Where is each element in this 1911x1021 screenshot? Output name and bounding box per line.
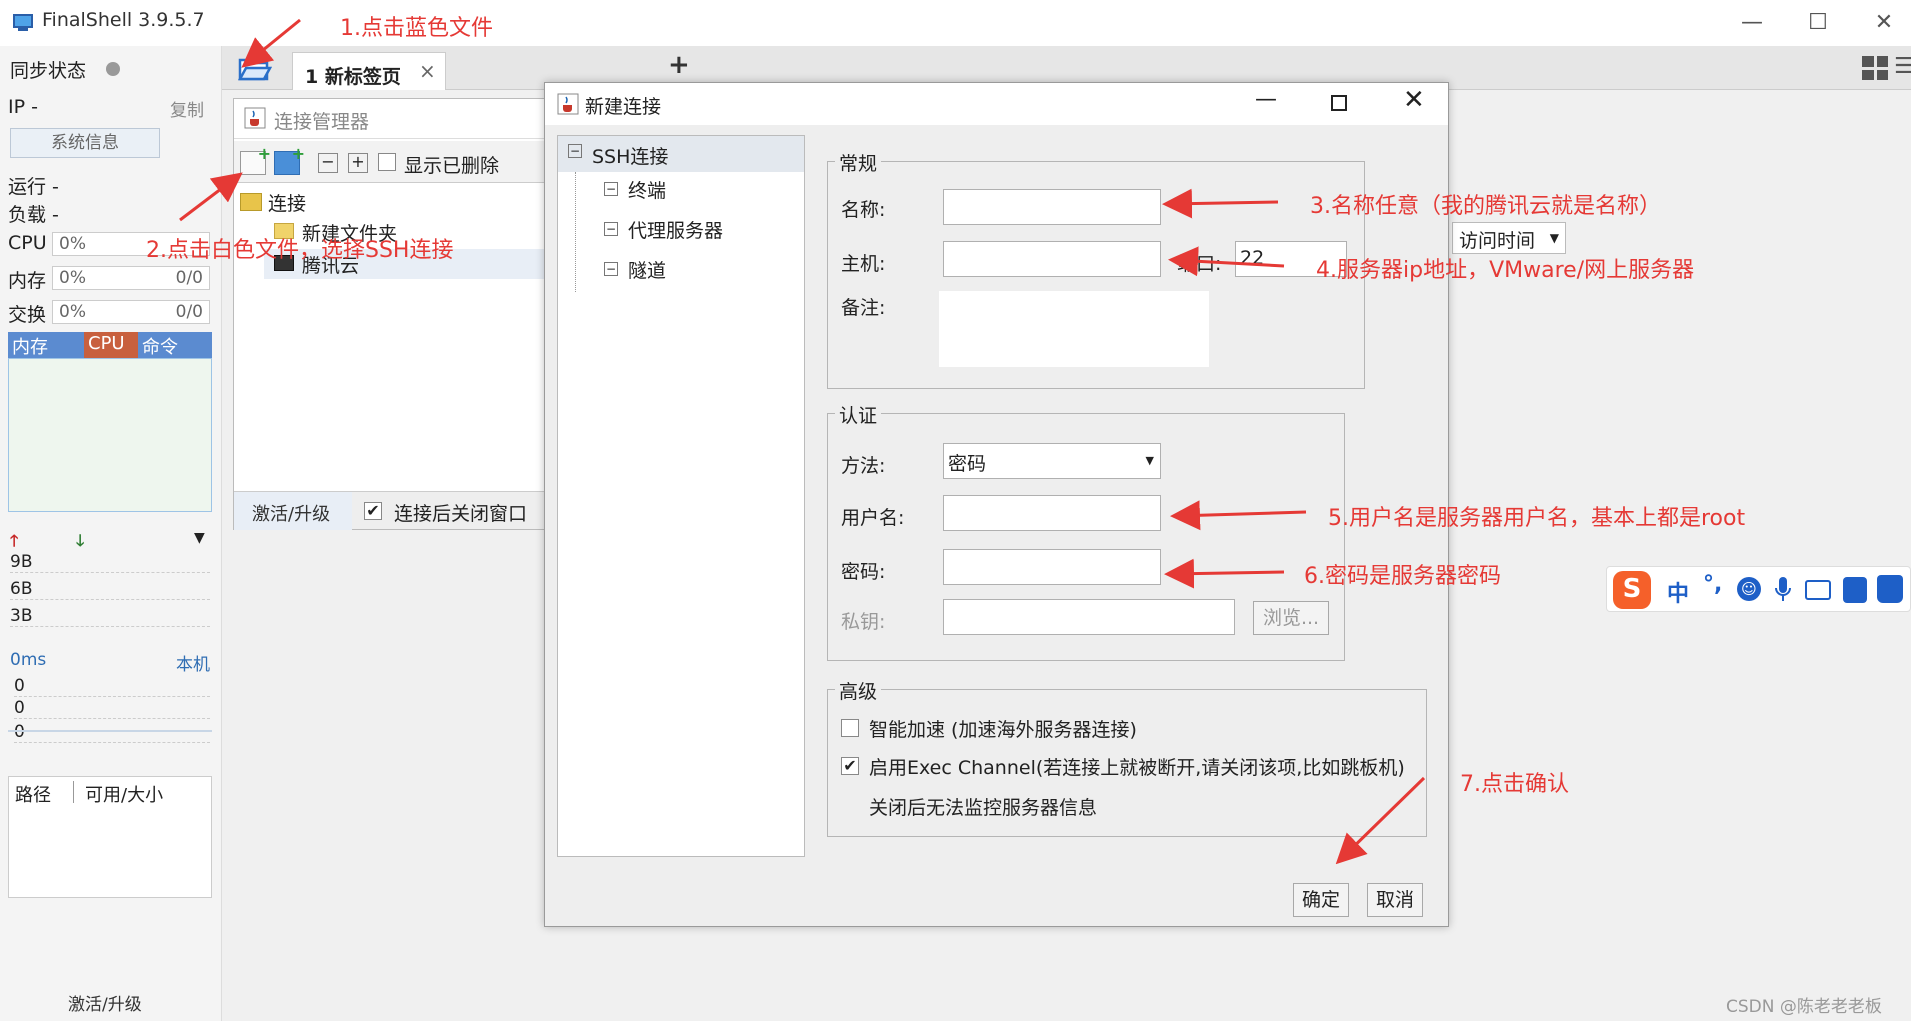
annotation-1: 1.点击蓝色文件 — [340, 16, 493, 41]
annotation-6: 6.密码是服务器密码 — [1304, 564, 1501, 589]
arrow-3 — [1162, 188, 1279, 219]
arrow-2 — [179, 172, 243, 222]
annotation-4: 4.服务器ip地址，VMware/网上服务器 — [1316, 258, 1695, 283]
annotation-5: 5.用户名是服务器用户名，基本上都是root — [1328, 506, 1746, 531]
arrow-5 — [1170, 500, 1307, 531]
annotation-7: 7.点击确认 — [1460, 772, 1569, 797]
arrow-6 — [1164, 558, 1285, 589]
csdn-watermark: CSDN @陈老老老板 — [1726, 997, 1882, 1017]
annotation-3: 3.名称任意（我的腾讯云就是名称） — [1310, 194, 1661, 219]
arrow-7 — [1335, 776, 1426, 865]
arrow-1 — [241, 18, 301, 68]
arrow-4 — [1168, 246, 1285, 277]
annotation-2: 2.点击白色文件，选择SSH连接 — [146, 238, 454, 263]
